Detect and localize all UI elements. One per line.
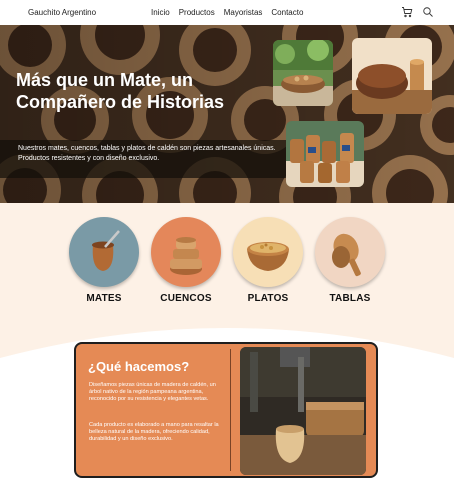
category-mates-image[interactable] bbox=[69, 217, 139, 287]
brand-name[interactable]: Gauchito Argentino bbox=[28, 8, 96, 17]
hero-banner: Más que un Mate, un Compañero de Histori… bbox=[0, 25, 454, 203]
category-tablas[interactable]: TABLAS bbox=[315, 217, 385, 304]
search-icon[interactable] bbox=[422, 6, 434, 20]
categories-section: MATES CUENCOS PLATOS TABLAS bbox=[0, 203, 454, 323]
category-mates[interactable]: MATES bbox=[69, 217, 139, 304]
category-tablas-image[interactable] bbox=[315, 217, 385, 287]
nav-item-productos[interactable]: Productos bbox=[179, 8, 215, 17]
about-title: ¿Qué hacemos? bbox=[88, 359, 190, 374]
hero-photo-bowl-plant bbox=[273, 40, 333, 106]
cart-icon[interactable] bbox=[401, 6, 413, 20]
nav-item-contacto[interactable]: Contacto bbox=[271, 8, 303, 17]
category-mates-label[interactable]: MATES bbox=[69, 293, 139, 304]
about-card: ¿Qué hacemos? Diseñamos piezas únicas de… bbox=[74, 342, 378, 478]
category-tablas-label[interactable]: TABLAS bbox=[315, 293, 385, 304]
about-paragraph-2: Cada producto es elaborado a mano para r… bbox=[89, 422, 219, 443]
hero-title: Más que un Mate, un Compañero de Histori… bbox=[16, 70, 225, 112]
category-platos[interactable]: PLATOS bbox=[233, 217, 303, 304]
category-platos-label[interactable]: PLATOS bbox=[233, 293, 303, 304]
nav-icons bbox=[401, 6, 434, 20]
top-navbar: Gauchito Argentino Inicio Productos Mayo… bbox=[0, 0, 454, 25]
hero-photo-bread bbox=[352, 38, 432, 114]
hero-photo-mates bbox=[286, 121, 364, 187]
card-divider bbox=[230, 349, 231, 471]
category-platos-image[interactable] bbox=[233, 217, 303, 287]
category-cuencos-image[interactable] bbox=[151, 217, 221, 287]
category-cuencos[interactable]: CUENCOS bbox=[151, 217, 221, 304]
category-cuencos-label[interactable]: CUENCOS bbox=[151, 293, 221, 304]
nav-item-inicio[interactable]: Inicio bbox=[151, 8, 170, 17]
about-paragraph-1: Diseñamos piezas únicas de madera de cal… bbox=[89, 382, 216, 403]
about-photo-lathe bbox=[240, 347, 366, 475]
nav-item-mayoristas[interactable]: Mayoristas bbox=[224, 8, 263, 17]
main-menu: Inicio Productos Mayoristas Contacto bbox=[151, 8, 303, 17]
hero-description: Nuestros mates, cuencos, tablas y platos… bbox=[18, 145, 276, 162]
